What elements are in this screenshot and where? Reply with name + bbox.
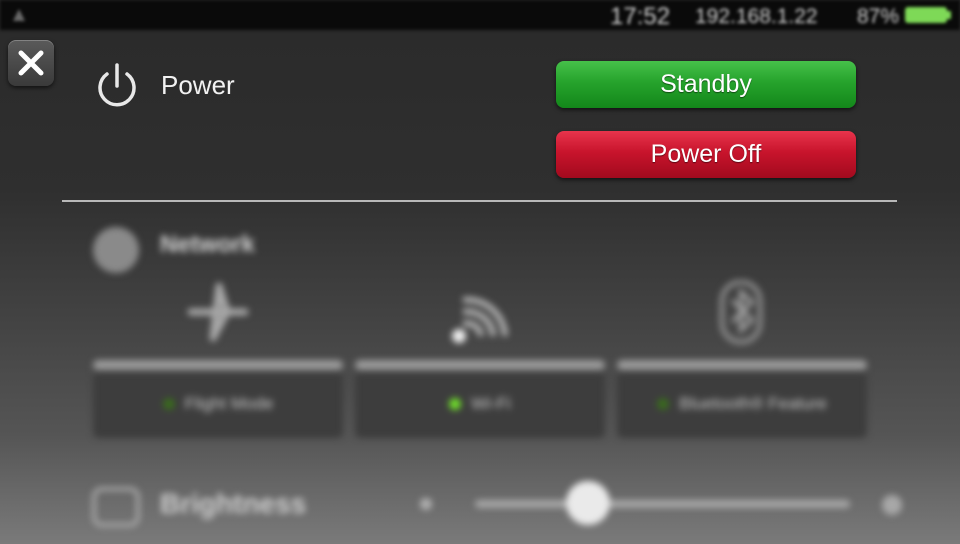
tile-bar: [93, 360, 343, 370]
network-title: Network: [160, 231, 255, 258]
battery-percent: 87%: [857, 5, 900, 28]
divider: [62, 200, 897, 202]
status-led: [162, 398, 175, 410]
brightness-slider[interactable]: [475, 500, 850, 508]
ip-address: 192.168.1.22: [695, 5, 818, 28]
power-title: Power: [161, 70, 235, 100]
clock: 17:52: [610, 3, 671, 30]
tile-bar: [617, 360, 867, 370]
standby-button[interactable]: Standby: [556, 61, 856, 108]
battery-icon: [905, 7, 951, 23]
status-led: [449, 398, 462, 410]
notification-icon: [13, 9, 25, 21]
bluetooth-tile[interactable]: Bluetooth® Feature: [617, 280, 867, 440]
power-icon: [98, 63, 136, 107]
bluetooth-icon: [719, 280, 763, 345]
wifi-label: Wi-Fi: [471, 394, 511, 413]
globe-icon: [93, 227, 139, 273]
brightness-title: Brightness: [160, 488, 307, 519]
brightness-decrease-icon[interactable]: [420, 498, 432, 510]
status-bar: 17:52 192.168.1.22 87%: [0, 0, 960, 30]
brightness-increase-icon[interactable]: [882, 495, 902, 515]
blurred-settings-area: Network Flight Mode Wi-Fi Bluetooth® Fea…: [0, 205, 960, 544]
wifi-icon: [452, 296, 508, 343]
airplane-icon: [187, 282, 249, 342]
bluetooth-label: Bluetooth® Feature: [679, 394, 827, 413]
flight-mode-label: Flight Mode: [184, 394, 274, 413]
wifi-tile[interactable]: Wi-Fi: [355, 280, 605, 440]
brightness-slider-thumb[interactable]: [565, 481, 610, 525]
close-button[interactable]: [8, 40, 54, 86]
status-led: [657, 398, 670, 410]
brightness-icon: [92, 487, 140, 527]
close-icon: [18, 50, 44, 76]
power-off-button[interactable]: Power Off: [556, 131, 856, 178]
tile-bar: [355, 360, 605, 370]
flight-mode-tile[interactable]: Flight Mode: [93, 280, 343, 440]
